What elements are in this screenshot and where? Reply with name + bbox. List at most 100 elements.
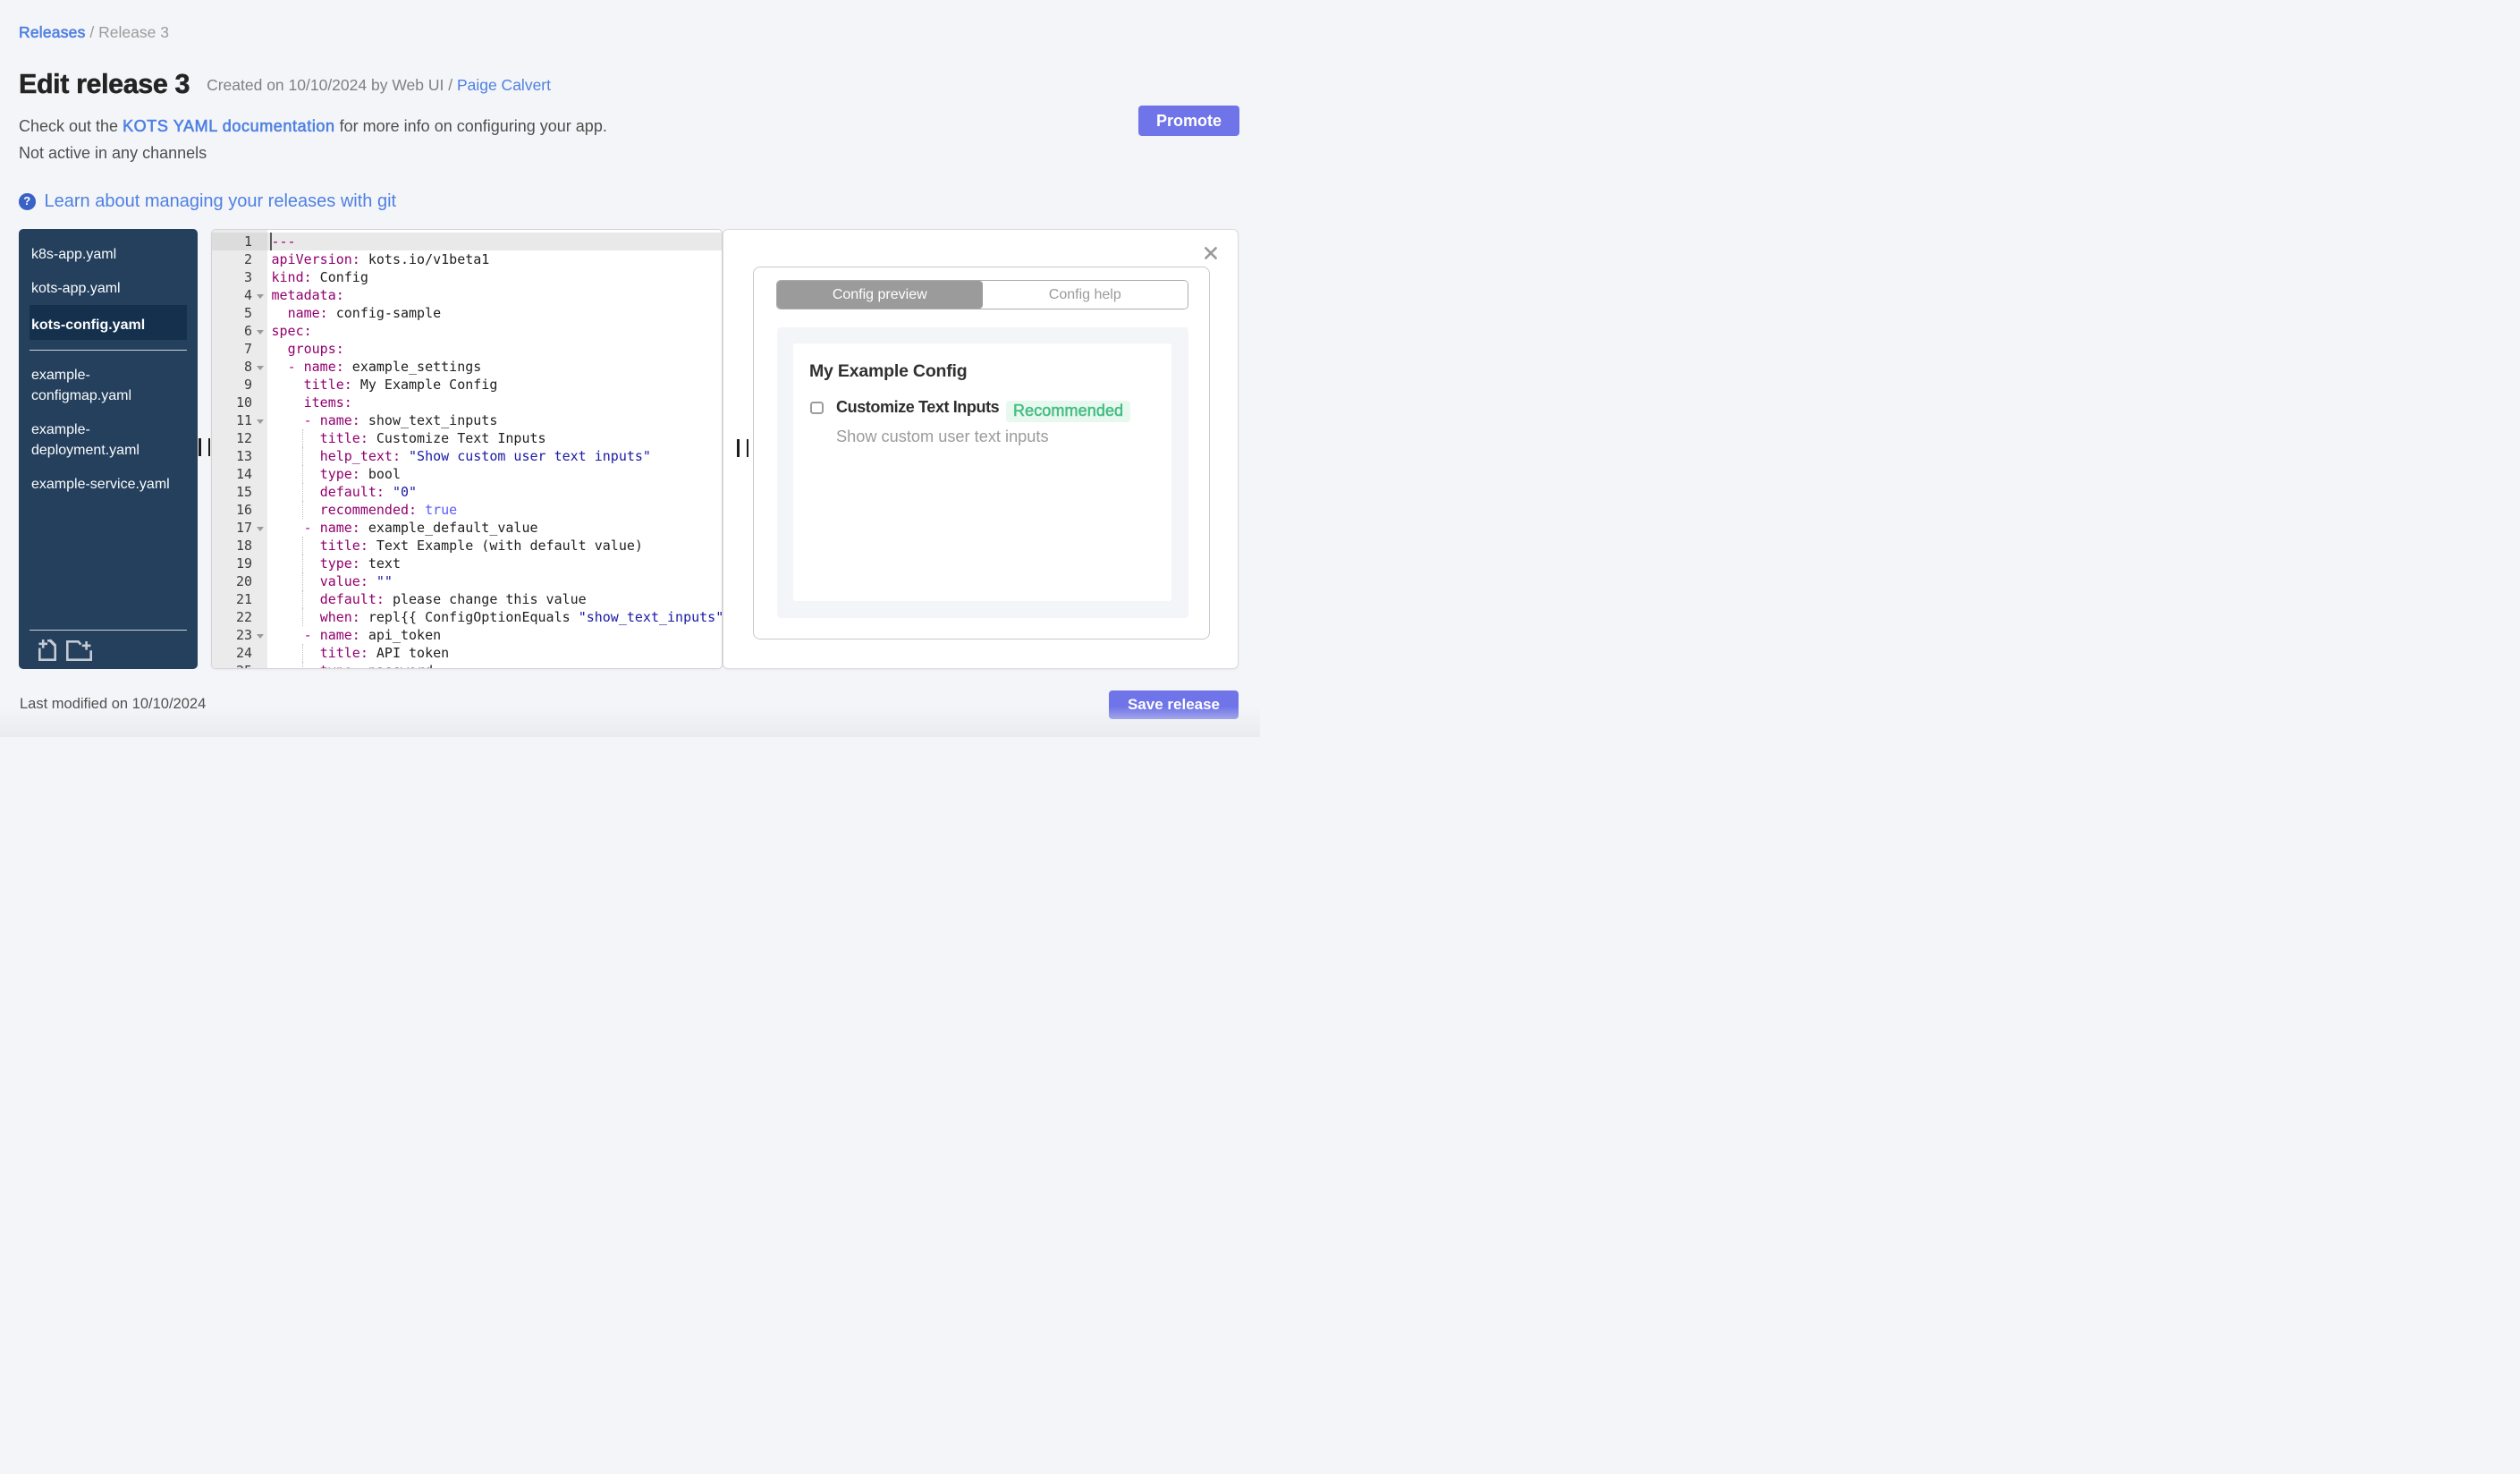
code-line[interactable]: 24 title: API token bbox=[212, 644, 722, 662]
file-tree-item[interactable]: example-configmap.yaml bbox=[30, 356, 187, 411]
code-line[interactable]: 19 type: text bbox=[212, 555, 722, 572]
code-line[interactable]: 6 spec: bbox=[212, 322, 722, 340]
code-line[interactable]: 12 title: Customize Text Inputs bbox=[212, 429, 722, 447]
breadcrumb: Releases / Release 3 bbox=[19, 23, 169, 42]
code-line[interactable]: 14 type: bool bbox=[212, 465, 722, 483]
recommended-badge: Recommended bbox=[1006, 401, 1131, 422]
line-number: 7 bbox=[243, 341, 252, 357]
pane-resize-handle-right[interactable] bbox=[737, 439, 748, 457]
file-tree-item[interactable]: kots-app.yaml bbox=[30, 269, 187, 303]
line-number: 19 bbox=[235, 555, 252, 572]
learn-git-row: ? Learn about managing your releases with… bbox=[19, 191, 397, 211]
code-line[interactable]: 20 value: "" bbox=[212, 572, 722, 590]
main-panes: k8s-app.yaml kots-app.yaml kots-config.yam… bbox=[0, 229, 1260, 669]
code-line[interactable]: 5 name: config-sample bbox=[212, 304, 722, 322]
new-file-icon[interactable] bbox=[38, 639, 56, 661]
code-line[interactable]: 2 apiVersion: kots.io/v1beta1 bbox=[212, 250, 722, 268]
line-number: 6 bbox=[243, 323, 252, 339]
code-line[interactable]: 10 items: bbox=[212, 394, 722, 411]
tab-config-help[interactable]: Config help bbox=[982, 281, 1188, 309]
new-folder-icon[interactable] bbox=[66, 640, 92, 661]
fold-toggle-icon[interactable] bbox=[257, 365, 264, 370]
code-line[interactable]: 18 title: Text Example (with default val… bbox=[212, 537, 722, 555]
config-preview-body: My Example Config Customize Text Inputs … bbox=[777, 327, 1188, 618]
preview-tabs: Config preview Config help bbox=[776, 280, 1188, 309]
line-number: 13 bbox=[235, 448, 252, 464]
file-tree-item[interactable]: example-deployment.yaml bbox=[30, 411, 187, 465]
config-item-help: Show custom user text inputs bbox=[836, 428, 1049, 445]
line-number: 15 bbox=[235, 484, 252, 500]
line-number: 8 bbox=[243, 359, 252, 375]
fold-toggle-icon[interactable] bbox=[257, 329, 264, 335]
learn-git-link[interactable]: Learn about managing your releases with … bbox=[45, 191, 397, 211]
tab-config-preview[interactable]: Config preview bbox=[777, 281, 983, 309]
fold-toggle-icon[interactable] bbox=[257, 419, 264, 424]
sidebar-bottom bbox=[30, 630, 187, 661]
code-line[interactable]: 13 help_text: "Show custom user text inp… bbox=[212, 447, 722, 465]
code-line[interactable]: 25 type: password bbox=[212, 662, 722, 668]
code-line[interactable]: 16 recommended: true bbox=[212, 501, 722, 519]
code-line[interactable]: 3 kind: Config bbox=[212, 268, 722, 286]
line-number: 4 bbox=[243, 287, 252, 303]
file-list-divider bbox=[30, 350, 187, 351]
line-number: 18 bbox=[235, 538, 252, 554]
file-tree-item[interactable]: kots-config.yaml bbox=[30, 304, 187, 340]
line-number: 21 bbox=[235, 591, 252, 607]
file-list: k8s-app.yaml kots-app.yaml kots-config.yam… bbox=[30, 235, 187, 499]
line-number: 2 bbox=[243, 251, 252, 267]
bottom-fade bbox=[0, 707, 1260, 737]
line-number: 22 bbox=[235, 609, 252, 625]
code-line[interactable]: 4 metadata: bbox=[212, 286, 722, 304]
line-number: 24 bbox=[235, 645, 252, 661]
title-row: Edit release 3 Created on 10/10/2024 by W… bbox=[19, 69, 551, 100]
line-number: 23 bbox=[235, 627, 252, 643]
line-number: 25 bbox=[212, 662, 252, 668]
line-number: 10 bbox=[235, 394, 252, 411]
author-link[interactable]: Paige Calvert bbox=[457, 76, 551, 94]
yaml-editor[interactable]: 1 --- 2 apiVersion: kots.io/v1beta1 3 kind: C… bbox=[211, 229, 723, 669]
line-number: 12 bbox=[235, 430, 252, 446]
pane-resize-handle-left[interactable] bbox=[199, 438, 210, 456]
created-info: Created on 10/10/2024 by Web UI / Paige … bbox=[207, 76, 551, 94]
kots-yaml-doc-link[interactable]: KOTS YAML documentation bbox=[123, 117, 335, 136]
sidebar-divider bbox=[30, 630, 187, 631]
editor-cursor bbox=[270, 233, 273, 250]
file-sidebar: k8s-app.yaml kots-app.yaml kots-config.yam… bbox=[19, 229, 198, 669]
line-number: 3 bbox=[243, 269, 252, 285]
code-line[interactable]: 9 title: My Example Config bbox=[212, 376, 722, 394]
code-line[interactable]: 23 - name: api_token bbox=[212, 626, 722, 644]
file-tree-item[interactable]: k8s-app.yaml bbox=[30, 235, 187, 269]
promote-button[interactable]: Promote bbox=[1138, 106, 1239, 136]
code-line[interactable]: 15 default: "0" bbox=[212, 483, 722, 501]
customize-text-inputs-checkbox[interactable] bbox=[810, 401, 824, 414]
config-preview-box: Config preview Config help My Example Con… bbox=[753, 267, 1210, 640]
line-number: 16 bbox=[235, 502, 252, 518]
line-number: 5 bbox=[243, 305, 252, 321]
page-title: Edit release 3 bbox=[19, 69, 190, 100]
line-number: 11 bbox=[235, 412, 252, 428]
file-tree-item[interactable]: example-service.yaml bbox=[30, 465, 187, 499]
info-line: Check out the KOTS YAML documentation fo… bbox=[19, 117, 607, 136]
question-mark-icon: ? bbox=[19, 193, 36, 210]
code-line[interactable]: 8 - name: example_settings bbox=[212, 358, 722, 376]
config-card: My Example Config Customize Text Inputs … bbox=[793, 343, 1171, 601]
code-line[interactable]: 17 - name: example_default_value bbox=[212, 519, 722, 537]
config-preview-pane: Config preview Config help My Example Con… bbox=[723, 229, 1239, 669]
code-line[interactable]: 11 - name: show_text_inputs bbox=[212, 411, 722, 429]
code-lines: 1 --- 2 apiVersion: kots.io/v1beta1 3 kind: C… bbox=[212, 233, 722, 668]
breadcrumb-current: / Release 3 bbox=[85, 23, 169, 41]
config-item-label: Customize Text Inputs bbox=[836, 398, 1000, 416]
fold-toggle-icon[interactable] bbox=[257, 293, 264, 299]
channel-status: Not active in any channels bbox=[19, 144, 207, 162]
line-number: 20 bbox=[235, 573, 252, 589]
code-line[interactable]: 22 when: repl{{ ConfigOptionEquals "show… bbox=[212, 608, 722, 626]
edit-release-page: Releases / Release 3 Edit release 3 Creat… bbox=[0, 0, 1260, 737]
close-icon[interactable] bbox=[1204, 246, 1218, 260]
fold-toggle-icon[interactable] bbox=[257, 526, 264, 531]
code-line[interactable]: 1 --- bbox=[212, 233, 722, 250]
line-number: 9 bbox=[243, 377, 252, 393]
fold-toggle-icon[interactable] bbox=[257, 633, 264, 639]
code-line[interactable]: 7 groups: bbox=[212, 340, 722, 358]
breadcrumb-releases-link[interactable]: Releases bbox=[19, 23, 86, 42]
code-line[interactable]: 21 default: please change this value bbox=[212, 590, 722, 608]
